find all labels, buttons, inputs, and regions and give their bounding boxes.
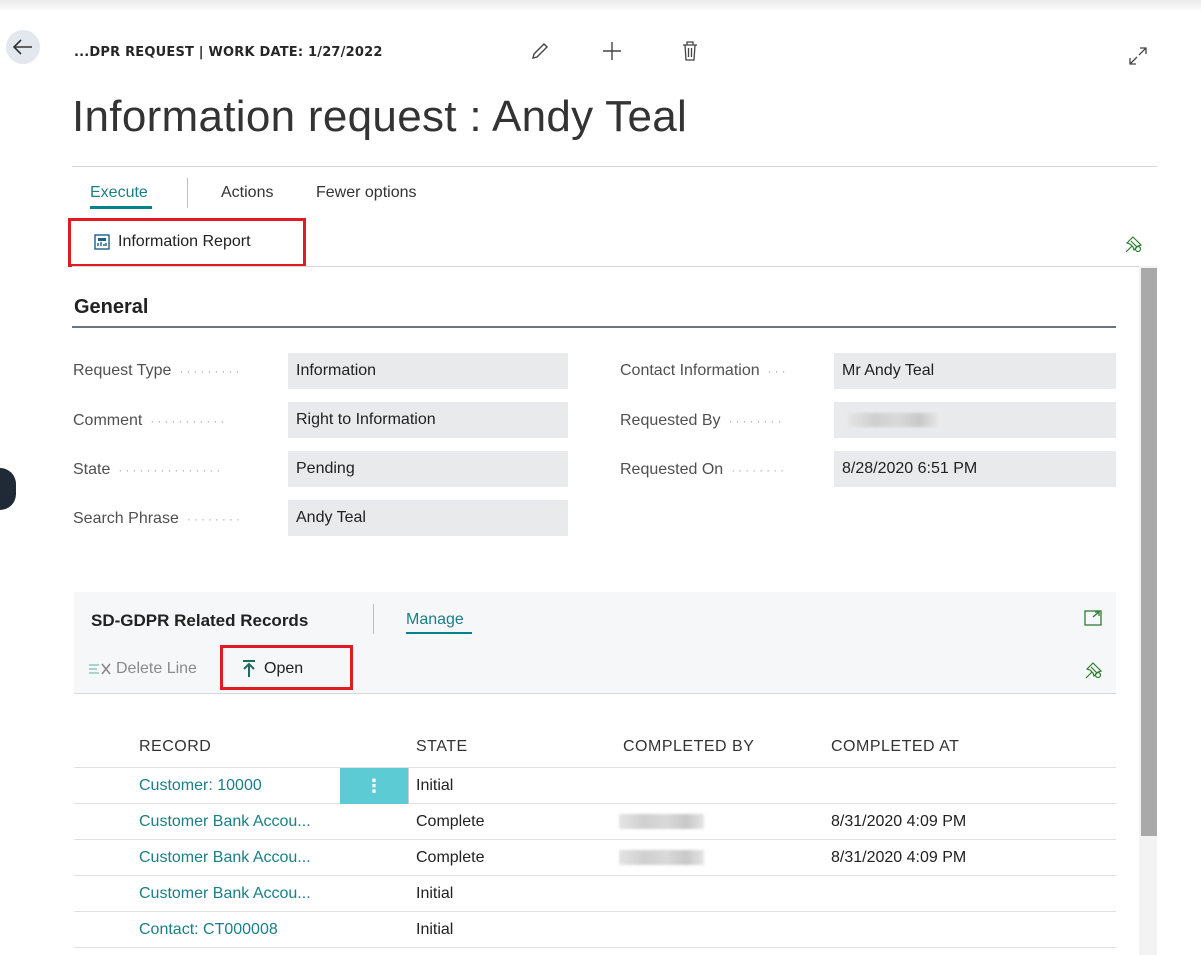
tab-fewer-options[interactable]: Fewer options xyxy=(316,184,417,202)
state-cell: Initial xyxy=(416,885,454,902)
new-button[interactable] xyxy=(600,39,624,63)
state-cell: Complete xyxy=(416,813,485,830)
delete-line-icon xyxy=(89,663,111,675)
record-link[interactable]: Customer Bank Accou... xyxy=(139,885,311,903)
table-row[interactable]: Customer Bank Accou... Initial xyxy=(74,876,1116,912)
record-link[interactable]: Customer Bank Accou... xyxy=(139,813,311,831)
table-row[interactable]: Customer: 10000 ⋮ Initial xyxy=(74,768,1116,804)
column-header-record[interactable]: RECORD xyxy=(139,738,211,756)
pin-icon xyxy=(1085,662,1103,679)
search-phrase-field[interactable]: Andy Teal xyxy=(288,500,568,536)
page-title: Information request : Andy Teal xyxy=(72,92,688,141)
state-label: State ··············· xyxy=(73,461,224,478)
state-field[interactable]: Pending xyxy=(288,451,568,487)
more-dots-icon: ⋮ xyxy=(365,775,383,796)
expand-button[interactable] xyxy=(1126,44,1150,68)
information-report-button[interactable]: Information Report xyxy=(94,233,251,251)
back-button[interactable] xyxy=(6,30,40,64)
edit-button[interactable] xyxy=(528,39,552,63)
requested-by-label: Requested By ········ xyxy=(620,412,785,429)
requested-on-field[interactable]: 8/28/2020 6:51 PM xyxy=(834,451,1116,487)
manage-underline xyxy=(406,632,472,634)
information-report-label: Information Report xyxy=(118,233,251,250)
breadcrumb: ...DPR REQUEST | WORK DATE: 1/27/2022 xyxy=(74,45,383,60)
completed-at-cell: 8/31/2020 4:09 PM xyxy=(831,813,967,830)
pin-actions-button[interactable] xyxy=(1124,234,1144,259)
completed-at-cell: 8/31/2020 4:09 PM xyxy=(831,849,967,866)
table-row[interactable]: Customer Bank Accou... Complete 8/31/202… xyxy=(74,840,1116,876)
row-menu-button[interactable]: ⋮ xyxy=(340,768,408,804)
column-header-completed-by[interactable]: COMPLETED BY xyxy=(623,738,754,756)
open-button[interactable]: Open xyxy=(242,660,303,678)
delete-button[interactable] xyxy=(678,39,702,63)
requested-on-label: Requested On ········ xyxy=(620,461,788,478)
column-header-completed-at[interactable]: COMPLETED AT xyxy=(831,738,959,756)
trash-icon xyxy=(683,41,697,61)
table-row[interactable]: Customer Bank Accou... Complete 8/31/202… xyxy=(74,804,1116,840)
record-link[interactable]: Customer Bank Accou... xyxy=(139,849,311,867)
related-records-title: SD-GDPR Related Records xyxy=(91,611,309,630)
contact-information-label: Contact Information ··· xyxy=(620,362,789,379)
pin-subpanel-button[interactable] xyxy=(1084,660,1104,685)
open-arrow-icon xyxy=(243,660,255,677)
divider xyxy=(72,266,1157,267)
delete-line-label: Delete Line xyxy=(116,660,197,677)
section-title-general: General xyxy=(74,296,149,318)
request-type-label: Request Type ········· xyxy=(73,362,243,379)
request-type-field[interactable]: Information xyxy=(288,353,568,389)
tab-execute[interactable]: Execute xyxy=(90,184,148,202)
table-row[interactable]: Contact: CT000008 Initial xyxy=(74,912,1116,948)
manage-tab[interactable]: Manage xyxy=(406,611,464,629)
contact-information-field[interactable]: Mr Andy Teal xyxy=(834,353,1116,389)
record-link[interactable]: Customer: 10000 xyxy=(139,777,262,795)
tab-actions[interactable]: Actions xyxy=(221,184,273,202)
tab-separator xyxy=(187,178,188,208)
cell-divider xyxy=(408,768,409,804)
comment-field[interactable]: Right to Information xyxy=(288,402,568,438)
subpanel-separator xyxy=(373,604,374,634)
report-icon xyxy=(94,234,110,250)
plus-icon xyxy=(603,42,621,60)
edit-pencil-icon xyxy=(532,43,548,59)
divider xyxy=(72,166,1157,167)
scrollbar-thumb[interactable] xyxy=(1141,268,1157,836)
column-header-state[interactable]: STATE xyxy=(416,738,468,756)
fullscreen-button[interactable] xyxy=(1084,610,1102,631)
open-label: Open xyxy=(264,660,304,677)
state-cell: Initial xyxy=(416,921,454,938)
requested-by-field[interactable] xyxy=(834,402,1116,438)
redacted-value xyxy=(848,413,938,427)
back-arrow-icon xyxy=(13,39,32,55)
divider xyxy=(74,693,1116,694)
active-tab-indicator xyxy=(90,206,152,209)
redacted-value xyxy=(619,850,704,865)
redacted-value xyxy=(619,814,704,829)
side-panel-handle[interactable] xyxy=(0,468,16,510)
state-cell: Initial xyxy=(416,777,454,794)
comment-label: Comment ··········· xyxy=(73,412,228,429)
state-cell: Complete xyxy=(416,849,485,866)
expand-icon xyxy=(1129,47,1147,65)
record-link[interactable]: Contact: CT000008 xyxy=(139,921,278,939)
fullscreen-icon xyxy=(1084,610,1102,626)
section-underline xyxy=(72,326,1116,328)
delete-line-button[interactable]: Delete Line xyxy=(88,660,197,678)
search-phrase-label: Search Phrase ········ xyxy=(73,510,243,527)
top-shade xyxy=(0,0,1201,10)
pin-icon xyxy=(1125,236,1143,253)
